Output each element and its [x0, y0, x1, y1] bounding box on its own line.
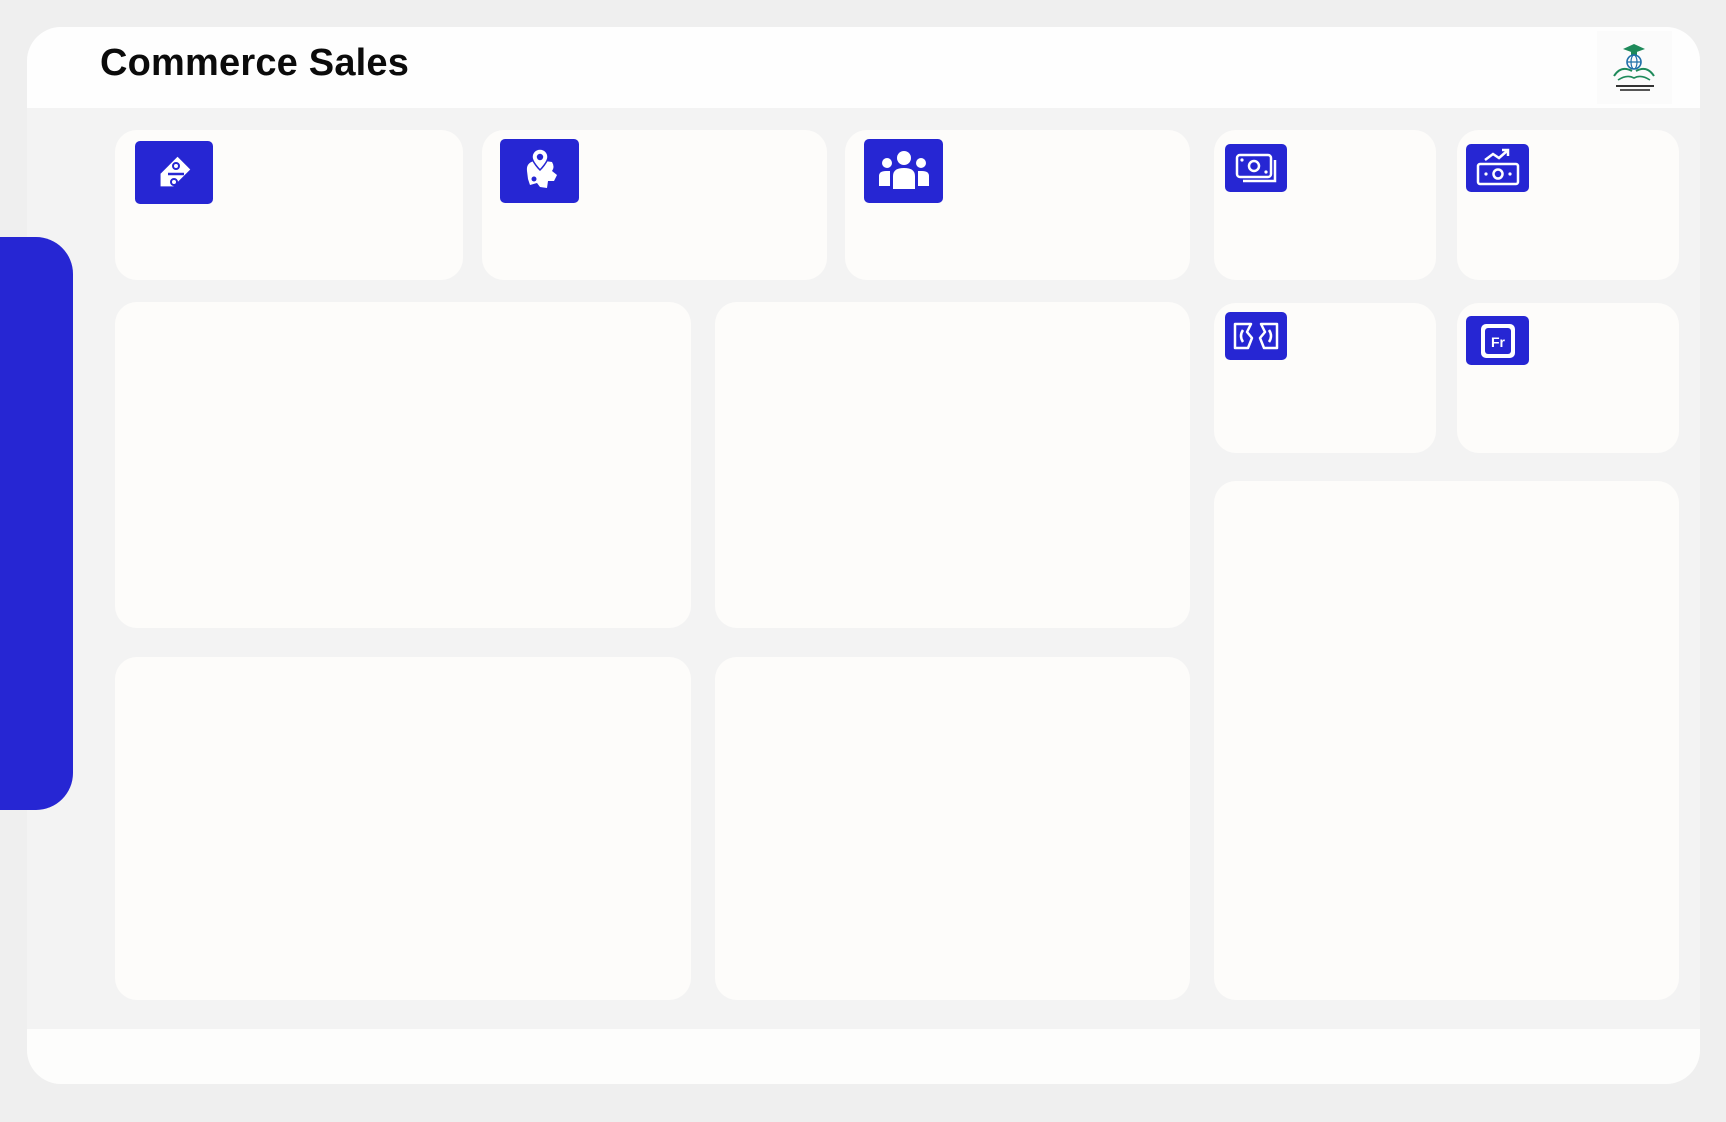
map-location-icon [500, 139, 579, 203]
svg-text:Fr: Fr [1491, 334, 1506, 350]
kpi-card-region [482, 130, 827, 280]
kpi-card-discount [115, 130, 463, 280]
kpi-card-profit [1457, 130, 1679, 280]
sidebar-toggle-tab[interactable] [0, 237, 73, 810]
dashboard-frame: Commerce Sales Fr [27, 27, 1700, 1084]
org-logo-icon [1597, 31, 1672, 104]
money-bill-icon [1225, 144, 1287, 192]
page-title: Commerce Sales [100, 42, 410, 84]
header-bar: Commerce Sales [27, 27, 1700, 108]
kpi-card-sales [1214, 130, 1436, 280]
chart-panel-3 [115, 657, 691, 1000]
kpi-card-customers [845, 130, 1190, 280]
money-exchange-icon [1225, 312, 1287, 360]
money-trend-up-icon [1466, 144, 1529, 192]
chart-panel-1 [115, 302, 691, 628]
chart-panel-4 [715, 657, 1190, 1000]
users-group-icon [864, 139, 943, 203]
chart-panel-5 [1214, 481, 1679, 1000]
kpi-card-loss [1214, 303, 1436, 453]
discount-tag-icon [135, 141, 213, 204]
chart-panel-2 [715, 302, 1190, 628]
footer-bar [27, 1029, 1700, 1084]
franc-currency-icon: Fr [1466, 316, 1529, 365]
kpi-card-currency: Fr [1457, 303, 1679, 453]
